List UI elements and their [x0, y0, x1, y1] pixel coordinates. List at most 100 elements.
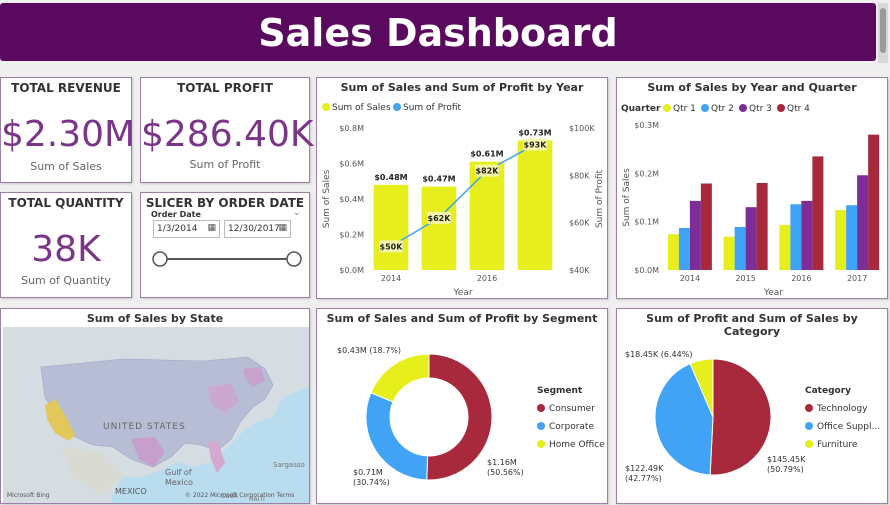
- bar: [801, 200, 813, 270]
- legend-marker: [701, 104, 709, 112]
- x-axis-label: Year: [452, 288, 472, 298]
- slice-data-label: $18.45K (6.44%): [625, 350, 692, 359]
- profit-line: [390, 143, 536, 247]
- bing-logo: Microsoft Bing: [7, 492, 50, 499]
- kpi-quantity-value: 38K: [31, 229, 101, 270]
- pie-slice: [370, 353, 430, 403]
- kpi-profit-title: TOTAL PROFIT: [177, 81, 273, 95]
- legend-title: Segment: [537, 386, 583, 396]
- bar: [421, 186, 457, 270]
- mexico-label: MEXICO: [115, 487, 147, 496]
- sales-by-quarter-card: Sum of Sales by Year and Quarter Quarter…: [616, 77, 888, 299]
- kpi-profit-value: $286.40K: [141, 114, 314, 155]
- bar: [812, 156, 824, 270]
- legend-marker: [537, 422, 545, 430]
- end-date-input[interactable]: 12/30/2017 ▦: [224, 220, 291, 238]
- y-tick-label: $0.8M: [339, 124, 364, 133]
- slice-data-label: $1.16M (50.56%): [487, 458, 524, 477]
- bar: [790, 204, 802, 270]
- bar-data-label: $0.61M: [470, 150, 503, 159]
- legend-label: Qtr 2: [711, 104, 734, 114]
- y2-tick-label: $60K: [569, 219, 590, 228]
- slice-data-label: $145.45K (50.79%): [767, 455, 806, 474]
- date-slicer: SLICER BY ORDER DATE Order Date ⌄ 1/3/20…: [140, 192, 310, 298]
- bar: [667, 234, 679, 270]
- bar-data-label: $0.73M: [518, 128, 551, 137]
- bar: [857, 175, 869, 270]
- calendar-icon[interactable]: ▦: [207, 223, 216, 233]
- y-axis-label: Sum of Sales: [622, 168, 632, 227]
- legend-label: Consumer: [549, 404, 595, 414]
- slice-data-label: $0.71M (30.74%): [353, 468, 390, 487]
- y-tick-label: $0.4M: [339, 195, 364, 204]
- legend-marker: [739, 104, 747, 112]
- pie-slice: [365, 392, 429, 481]
- legend-label: Sum of Profit: [403, 103, 462, 113]
- y-tick-label: $0.2M: [339, 231, 364, 240]
- date-range-slider[interactable]: [141, 245, 311, 275]
- line-data-label: $50K: [380, 242, 404, 251]
- sales-by-state-card: Sum of Sales by State UNITED STATES Gulf…: [0, 308, 310, 504]
- y-tick-label: $0.0M: [634, 266, 659, 275]
- bar-data-label: $0.48M: [374, 173, 407, 182]
- bar: [835, 210, 847, 270]
- y-tick-label: $0.1M: [634, 218, 659, 227]
- scrollbar-thumb[interactable]: [880, 8, 886, 53]
- legend-label: Technology: [816, 404, 868, 414]
- legend-label: Home Office: [549, 440, 605, 450]
- bar: [734, 226, 746, 270]
- gulf-label: Gulf of Mexico: [165, 468, 193, 487]
- kpi-revenue-sub: Sum of Sales: [30, 160, 102, 173]
- slicer-label: Order Date: [151, 210, 201, 219]
- slider-end-handle[interactable]: [286, 251, 302, 267]
- x-tick-label: 2015: [735, 274, 755, 283]
- legend-marker: [537, 404, 545, 412]
- kpi-revenue-value: $2.30M: [1, 114, 136, 155]
- kpi-total-profit: TOTAL PROFIT $286.40K Sum of Profit: [140, 77, 314, 183]
- bar: [745, 207, 757, 270]
- y-tick-label: $0.0M: [339, 266, 364, 275]
- x-tick-label: 2014: [680, 274, 700, 283]
- bar: [689, 200, 701, 270]
- y-tick-label: $0.6M: [339, 160, 364, 169]
- y2-tick-label: $100K: [569, 124, 595, 133]
- kpi-revenue-title: TOTAL REVENUE: [11, 81, 121, 95]
- y2-axis-label: Sum of Profit: [595, 170, 605, 229]
- calendar-icon[interactable]: ▦: [278, 223, 287, 233]
- sales-by-quarter-chart: Quarter Qtr 1 Qtr 2 Qtr 3 Qtr 4 $0.0M $0.1M $0.…: [621, 104, 880, 298]
- legend-title: Quarter: [621, 104, 661, 114]
- category-pie-chart: $145.45K (50.79%) $122.49K (42.77%) $18.45K …: [625, 350, 880, 483]
- line-data-label: $62K: [428, 214, 452, 223]
- bar: [723, 236, 735, 270]
- start-date-input[interactable]: 1/3/2014 ▦: [153, 220, 220, 238]
- sales-by-state-map[interactable]: UNITED STATES Gulf of Mexico MEXICO Sarga…: [3, 327, 309, 503]
- category-pie-card: Sum of Profit and Sum of Sales by Catego…: [616, 308, 888, 504]
- map-title: Sum of Sales by State: [86, 312, 224, 325]
- bar: [678, 227, 690, 270]
- bar: [469, 161, 505, 270]
- legend-marker: [663, 104, 671, 112]
- legend-label: Sum of Sales: [332, 103, 391, 113]
- bar: [700, 183, 712, 270]
- bar-data-label: $0.47M: [422, 175, 455, 184]
- legend-label: Qtr 4: [787, 104, 810, 114]
- chevron-down-icon[interactable]: ⌄: [293, 208, 301, 218]
- legend-label: Office Suppl...: [817, 422, 880, 432]
- slider-start-handle[interactable]: [152, 251, 168, 267]
- kpi-total-revenue: TOTAL REVENUE $2.30M Sum of Sales: [0, 77, 136, 183]
- line-data-label: $93K: [524, 141, 548, 150]
- bar: [517, 140, 553, 270]
- legend-marker: [322, 103, 330, 111]
- page-title: Sales Dashboard: [258, 11, 618, 55]
- kpi-quantity-sub: Sum of Quantity: [21, 274, 111, 287]
- bar: [756, 183, 768, 270]
- x-tick-label: 2017: [847, 274, 867, 283]
- bar: [868, 134, 880, 270]
- legend-marker: [537, 440, 545, 448]
- x-tick-label: 2016: [791, 274, 811, 283]
- bar: [373, 184, 409, 270]
- x-axis-label: Year: [763, 288, 783, 298]
- y2-tick-label: $40K: [569, 266, 590, 275]
- dashboard-header: Sales Dashboard: [0, 3, 876, 61]
- slice-data-label: $122.49K (42.77%): [625, 464, 664, 483]
